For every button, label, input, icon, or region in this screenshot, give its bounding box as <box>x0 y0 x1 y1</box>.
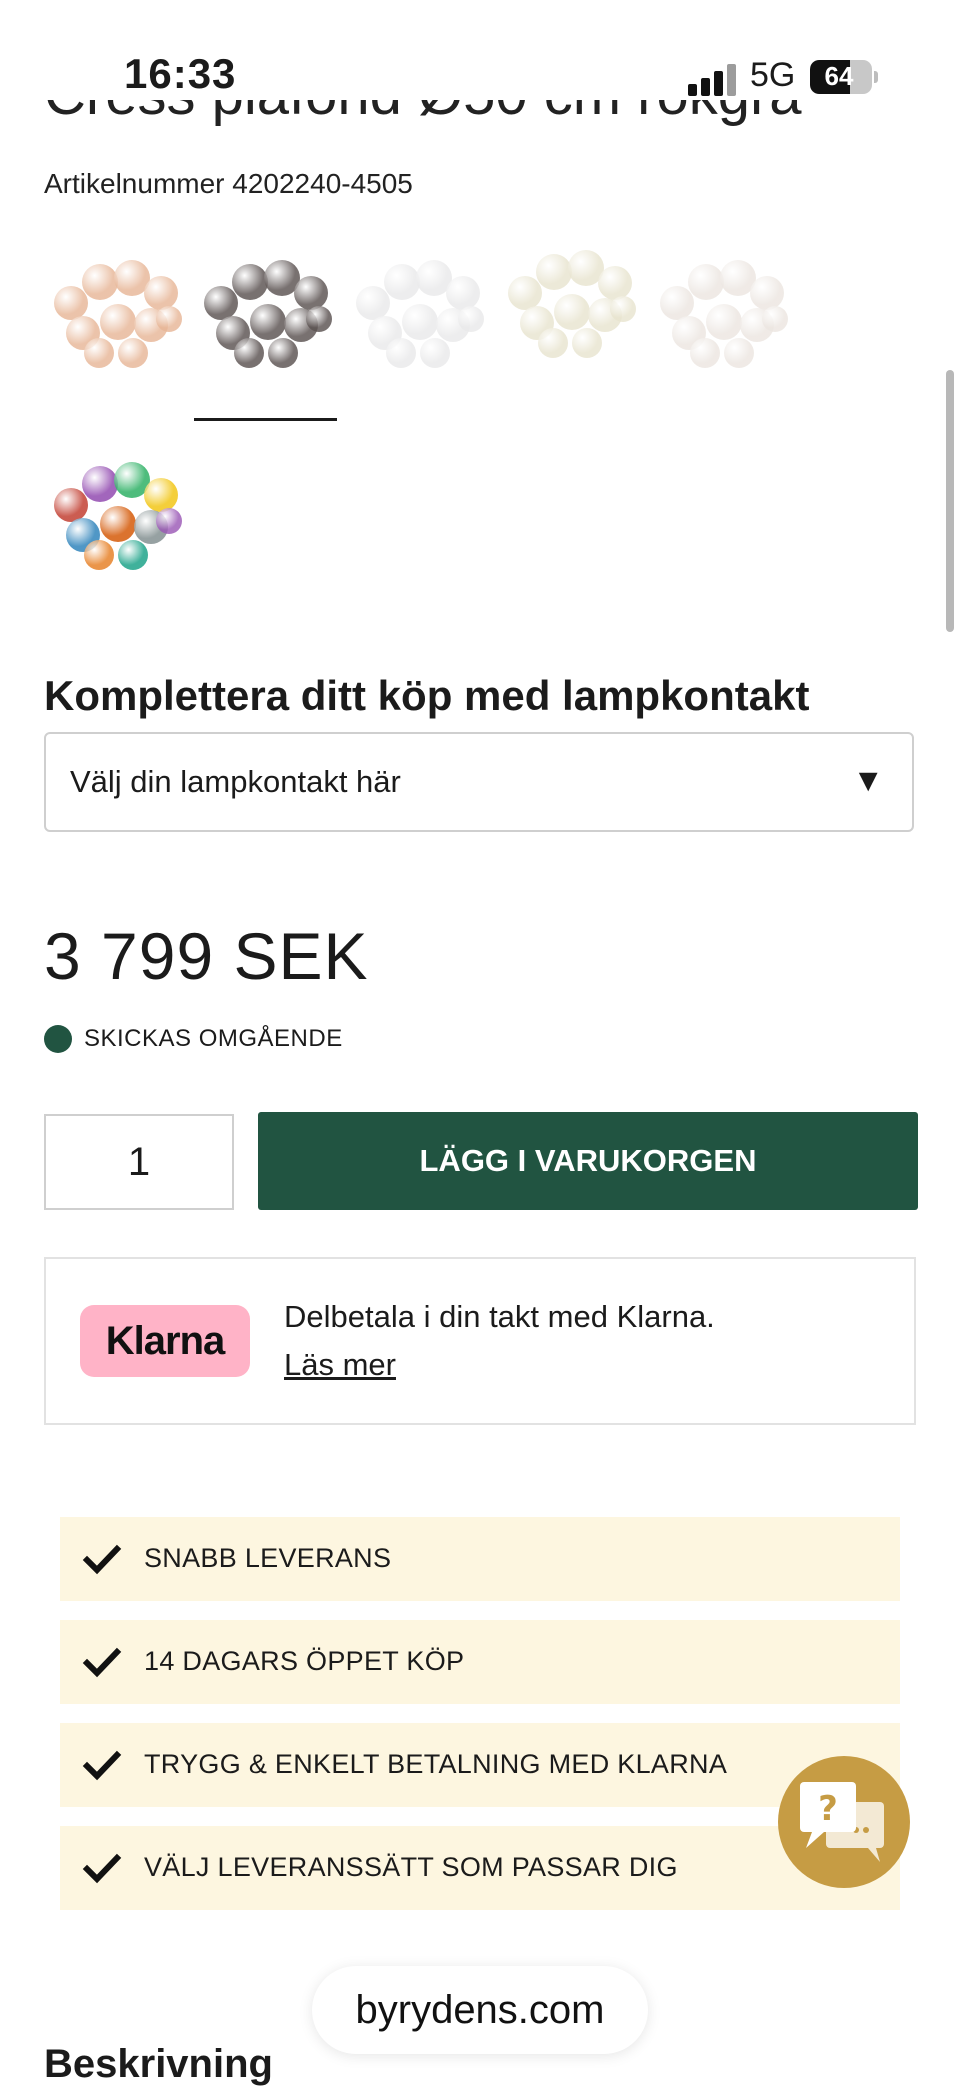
globe-shape <box>268 338 298 368</box>
selected-swatch-indicator <box>194 418 337 421</box>
globe-shape <box>420 338 450 368</box>
globe-shape <box>536 254 572 290</box>
globe-shape <box>144 478 178 512</box>
accessory-heading: Komplettera ditt köp med lampkontakt <box>44 672 810 719</box>
usp-text: SNABB LEVERANS <box>144 1543 392 1573</box>
chat-help-icon: ? <box>800 1782 884 1862</box>
globe-shape <box>204 286 238 320</box>
globe-shape <box>100 304 136 340</box>
product-title: Cress plafond Ø50 cm rökgrå <box>44 100 802 152</box>
checkmark-icon <box>82 1750 122 1781</box>
usp-text: 14 DAGARS ÖPPET KÖP <box>144 1646 465 1676</box>
klarna-logo: Klarna <box>80 1305 250 1377</box>
globe-shape <box>402 304 438 340</box>
network-label: 5G <box>750 56 796 94</box>
signal-icon <box>688 64 736 96</box>
globe-shape <box>250 304 286 340</box>
globe-shape <box>118 540 148 570</box>
usp-item: 14 DAGARS ÖPPET KÖP <box>60 1620 900 1704</box>
browser-url-pill[interactable]: byrydens.com <box>312 1966 648 2054</box>
select-value: Välj din lampkontakt här <box>70 764 401 799</box>
globe-shape <box>508 276 542 310</box>
swatch-clear[interactable] <box>346 246 486 376</box>
globe-shape <box>144 276 178 310</box>
quantity-input[interactable]: 1 <box>44 1114 234 1210</box>
globe-shape <box>118 338 148 368</box>
globe-shape <box>554 294 590 330</box>
globe-shape <box>54 286 88 320</box>
swatch-amber[interactable] <box>44 246 184 376</box>
battery-icon: 64 <box>810 60 872 94</box>
usp-item: VÄLJ LEVERANSSÄTT SOM PASSAR DIG <box>60 1826 900 1910</box>
globe-shape <box>82 264 118 300</box>
swatch-clear-gold[interactable] <box>498 236 638 366</box>
globe-shape <box>100 506 136 542</box>
dropdown-arrow-icon: ▼ <box>852 762 884 798</box>
globe-shape <box>234 338 264 368</box>
globe-shape <box>750 276 784 310</box>
page-scrollbar[interactable] <box>946 370 954 632</box>
globe-shape <box>54 488 88 522</box>
checkmark-icon <box>82 1647 122 1678</box>
battery-level: 64 <box>824 61 854 91</box>
klarna-read-more-link[interactable]: Läs mer <box>284 1347 396 1383</box>
globe-shape <box>572 328 602 358</box>
globe-shape <box>294 276 328 310</box>
globe-shape <box>724 338 754 368</box>
globe-shape <box>84 540 114 570</box>
checkmark-icon <box>82 1853 122 1884</box>
globe-shape <box>660 286 694 320</box>
globe-shape <box>84 338 114 368</box>
status-time: 16:33 <box>124 50 237 97</box>
globe-shape <box>156 306 182 332</box>
stock-status: SKICKAS OMGÅENDE <box>84 1025 343 1052</box>
globe-shape <box>610 296 636 322</box>
lamp-socket-select[interactable]: Välj din lampkontakt här ▼ <box>44 732 914 832</box>
description-heading: Beskrivning <box>44 2042 273 2086</box>
add-to-cart-button[interactable]: LÄGG I VARUKORGEN <box>258 1112 918 1210</box>
globe-shape <box>762 306 788 332</box>
globe-shape <box>458 306 484 332</box>
product-price: 3 799 SEK <box>44 919 369 993</box>
globe-shape <box>384 264 420 300</box>
globe-shape <box>688 264 724 300</box>
klarna-banner: Klarna Delbetala i din takt med Klarna. … <box>44 1257 916 1425</box>
globe-shape <box>690 338 720 368</box>
globe-shape <box>232 264 268 300</box>
usp-text: VÄLJ LEVERANSSÄTT SOM PASSAR DIG <box>144 1852 678 1882</box>
globe-shape <box>82 466 118 502</box>
klarna-text: Delbetala i din takt med Klarna. <box>284 1299 715 1334</box>
chat-help-button[interactable]: ? <box>778 1756 910 1888</box>
article-number: Artikelnummer 4202240-4505 <box>44 168 413 199</box>
globe-shape <box>538 328 568 358</box>
usp-text: TRYGG & ENKELT BETALNING MED KLARNA <box>144 1749 728 1779</box>
globe-shape <box>156 508 182 534</box>
usp-item: TRYGG & ENKELT BETALNING MED KLARNA <box>60 1723 900 1807</box>
globe-shape <box>706 304 742 340</box>
swatch-opal[interactable] <box>650 246 790 376</box>
swatch-multicolor[interactable] <box>44 448 184 578</box>
chat-glyph: ? <box>818 1789 838 1829</box>
checkmark-icon <box>82 1544 122 1575</box>
globe-shape <box>598 266 632 300</box>
globe-shape <box>446 276 480 310</box>
battery-tip <box>874 71 878 83</box>
globe-shape <box>356 286 390 320</box>
globe-shape <box>386 338 416 368</box>
usp-item: SNABB LEVERANS <box>60 1517 900 1601</box>
stock-status-dot-icon <box>44 1025 72 1053</box>
swatch-smoke[interactable] <box>194 246 334 376</box>
globe-shape <box>306 306 332 332</box>
